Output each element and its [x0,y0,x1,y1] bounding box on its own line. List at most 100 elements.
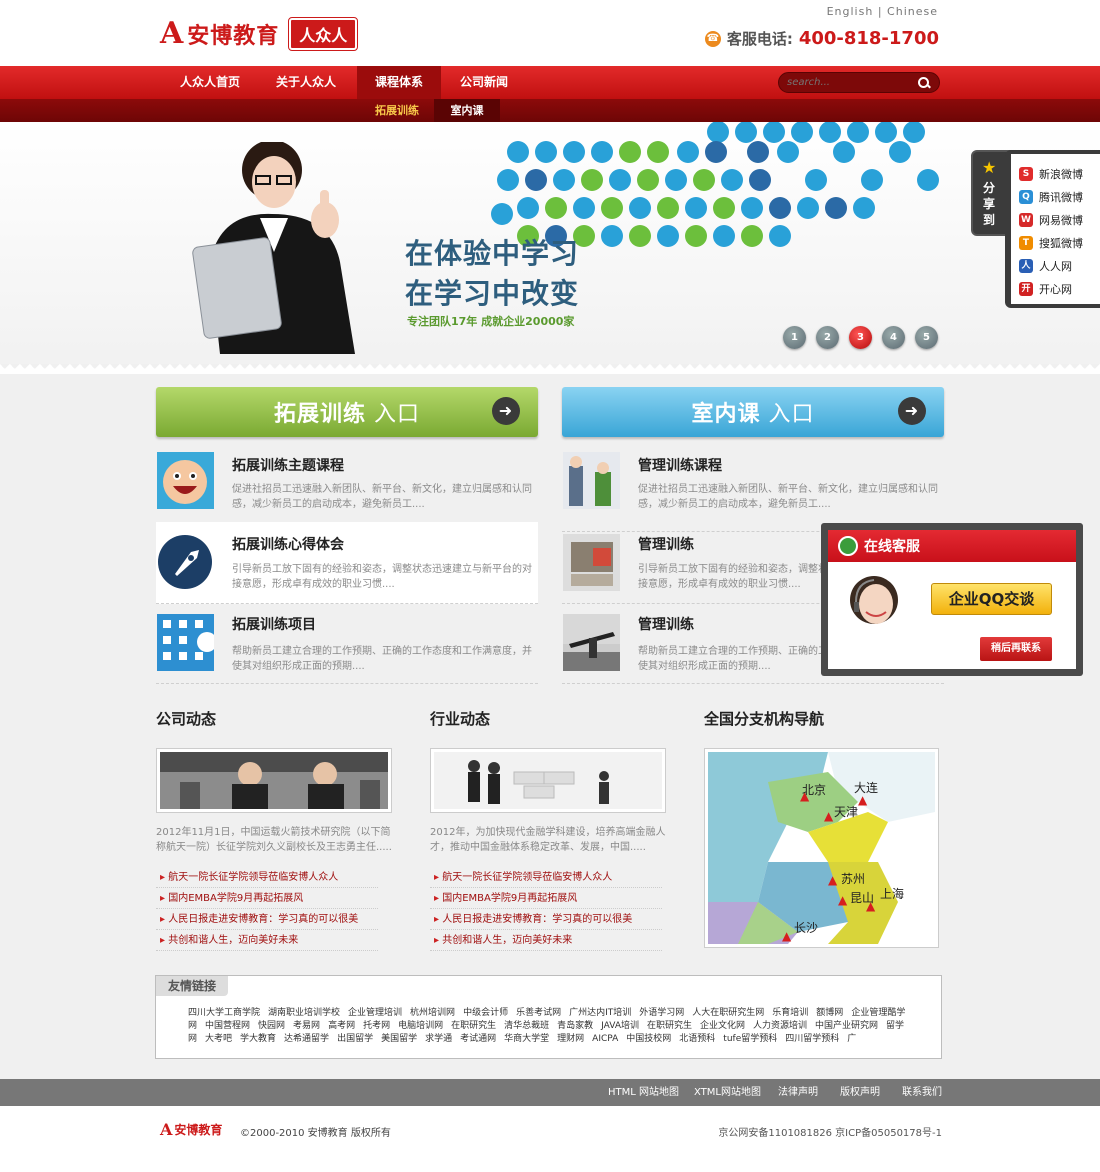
share-item[interactable]: S 新浪微博 [1019,162,1100,185]
course-title[interactable]: 管理训练课程 [638,455,722,475]
friend-link[interactable]: 乐善考试网 [516,1008,561,1018]
nav-item-about[interactable]: 关于人众人 [264,66,348,99]
course-title[interactable]: 拓展训练主题课程 [232,455,344,475]
contact-later-button[interactable]: 稍后再联系 [980,637,1052,661]
course-title[interactable]: 拓展训练心得体会 [232,534,344,554]
banner-page-1[interactable]: 1 [783,326,806,349]
nav-item-courses[interactable]: 课程体系 [357,66,441,99]
friend-link[interactable]: 外语学习网 [639,1008,684,1018]
online-service-popup: 在线客服 企业QQ交谈 稍后再联系 [821,523,1083,676]
friend-link[interactable]: 企业文化网 [700,1021,745,1031]
banner-page-5[interactable]: 5 [915,326,938,349]
news-link[interactable]: 人民日报走进安博教育：学习真的可以很美 [156,909,378,930]
footer-bar: A 安博教育 [0,1106,1100,1172]
friend-link[interactable]: 中国营程网 [205,1021,250,1031]
friend-link[interactable]: AICPA [592,1034,618,1044]
subnav-item-outdoor[interactable]: 拓展训练 [365,99,429,122]
friend-link[interactable]: 学大教育 [240,1034,276,1044]
course-title[interactable]: 管理训练 [638,534,694,554]
woman-with-laptop-image [192,142,355,354]
friend-link[interactable]: 广 [847,1034,856,1044]
friend-link[interactable]: 人力资源培训 [753,1021,807,1031]
nav-item-home[interactable]: 人众人首页 [168,66,252,99]
friend-link[interactable]: 四川留学预科 [785,1034,839,1044]
banner-page-2[interactable]: 2 [816,326,839,349]
arrow-right-icon: ➜ [898,397,926,425]
search-input[interactable] [787,77,917,88]
course-title[interactable]: 拓展训练项目 [232,614,316,634]
news-link[interactable]: 共创和谐人生，迈向美好未来 [430,930,662,951]
banner-page-4[interactable]: 4 [882,326,905,349]
friend-link[interactable]: 电脑培训网 [398,1021,443,1031]
news-link[interactable]: 国内EMBA学院9月再起拓展风 [156,888,378,909]
friend-link[interactable]: 湖南职业培训学校 [268,1008,340,1018]
site-logo[interactable]: A 安博教育 人众人 [160,17,359,51]
friend-link[interactable]: 考试通网 [460,1034,496,1044]
friend-link[interactable]: 求学通 [425,1034,452,1044]
friend-link[interactable]: JAVA培训 [601,1021,639,1031]
share-item[interactable]: 人人人网 [1019,254,1100,277]
friend-link[interactable]: 在职研究生 [647,1021,692,1031]
friend-link[interactable]: 乐育培训 [772,1008,808,1018]
friend-link[interactable]: 清华总裁班 [504,1021,549,1031]
header: A 安博教育 人众人 English | Chinese ☎ 客服电话: 400… [0,0,1100,66]
search-icon[interactable] [917,76,931,90]
friend-link[interactable]: 额博网 [816,1008,843,1018]
branch-map[interactable]: ▲ ▲ ▲ ▲ ▲ ▲ ▲ 北京 大连 天津 苏州 昆山 上海 长沙 [704,748,939,948]
friend-link[interactable]: 出国留学 [337,1034,373,1044]
lang-english[interactable]: English [827,5,874,18]
news-link[interactable]: 航天一院长征学院领导莅临安博人众人 [430,867,662,888]
company-news-image[interactable] [156,748,392,813]
friend-link[interactable]: 华商大学堂 [504,1034,549,1044]
news-link[interactable]: 人民日报走进安博教育：学习真的可以很美 [430,909,662,930]
share-item[interactable]: W 网易微博 [1019,208,1100,231]
share-item[interactable]: 开开心网 [1019,277,1100,300]
friend-link[interactable]: 青岛家教 [557,1021,593,1031]
lang-chinese[interactable]: Chinese [887,5,938,18]
friend-link[interactable]: 四川大学工商学院 [188,1008,260,1018]
course-item[interactable]: 拓展训练项目 帮助新员工建立合理的工作预期、正确的工作态度和工作满意度，并使其对… [156,604,538,684]
friend-link[interactable]: 人大在职研究生网 [692,1008,764,1018]
nav-item-news[interactable]: 公司新闻 [442,66,526,99]
news-link[interactable]: 共创和谐人生，迈向美好未来 [156,930,378,951]
banner-page-3[interactable]: 3 [849,326,872,349]
friend-link[interactable]: 美国留学 [381,1034,417,1044]
friend-link[interactable]: 杭州培训网 [410,1008,455,1018]
friend-link[interactable]: 在职研究生 [451,1021,496,1031]
footer-link-legal[interactable]: 法律声明 [778,1079,818,1106]
friend-link[interactable]: 中国技校网 [626,1034,671,1044]
friend-link[interactable]: 中级会计师 [463,1008,508,1018]
footer-link-xml-sitemap[interactable]: XTML网站地图 [694,1079,761,1106]
friend-link[interactable]: 考易网 [293,1021,320,1031]
news-link[interactable]: 国内EMBA学院9月再起拓展风 [430,888,662,909]
friend-link[interactable]: 大考吧 [205,1034,232,1044]
friend-link[interactable]: 广州达内IT培训 [569,1008,631,1018]
banner-subtitle: 专注团队17年 成就企业20000家 [407,315,575,328]
banner-divider [0,364,1100,374]
friend-link[interactable]: 高考网 [328,1021,355,1031]
subnav-item-indoor[interactable]: 室内课 [434,99,500,122]
share-platform-icon: 开 [1019,281,1033,296]
course-title[interactable]: 管理训练 [638,614,694,634]
friend-link[interactable]: 快园网 [258,1021,285,1031]
course-item[interactable]: 管理训练课程 促进社招员工迅速融入新团队、新平台、新文化，建立归属感和认同感，减… [562,452,944,532]
friend-link[interactable]: 托考网 [363,1021,390,1031]
friend-link[interactable]: 理财网 [557,1034,584,1044]
industry-news-image[interactable] [430,748,666,813]
qq-chat-button[interactable]: 企业QQ交谈 [931,583,1052,615]
footer-link-html-sitemap[interactable]: HTML 网站地图 [608,1079,679,1106]
footer-link-copyright[interactable]: 版权声明 [840,1079,880,1106]
indoor-entry-button[interactable]: 室内课 入口 ➜ [562,387,944,437]
footer-link-contact[interactable]: 联系我们 [902,1079,942,1106]
news-link[interactable]: 航天一院长征学院领导莅临安博人众人 [156,867,378,888]
friend-link[interactable]: tufe留学预科 [723,1034,777,1044]
share-item[interactable]: Q 腾讯微博 [1019,185,1100,208]
course-item[interactable]: 拓展训练心得体会 引导新员工放下固有的经验和姿态，调整状态迅速建立与新平台的对接… [156,522,538,604]
outdoor-entry-button[interactable]: 拓展训练 入口 ➜ [156,387,538,437]
friend-link[interactable]: 中国产业研究网 [815,1021,878,1031]
share-item[interactable]: T 搜狐微博 [1019,231,1100,254]
friend-link[interactable]: 达希通留学 [284,1034,329,1044]
friend-link[interactable]: 北语预科 [679,1034,715,1044]
course-item[interactable]: 拓展训练主题课程 促进社招员工迅速融入新团队、新平台、新文化，建立归属感和认同感… [156,452,538,532]
friend-link[interactable]: 企业管理培训 [348,1008,402,1018]
